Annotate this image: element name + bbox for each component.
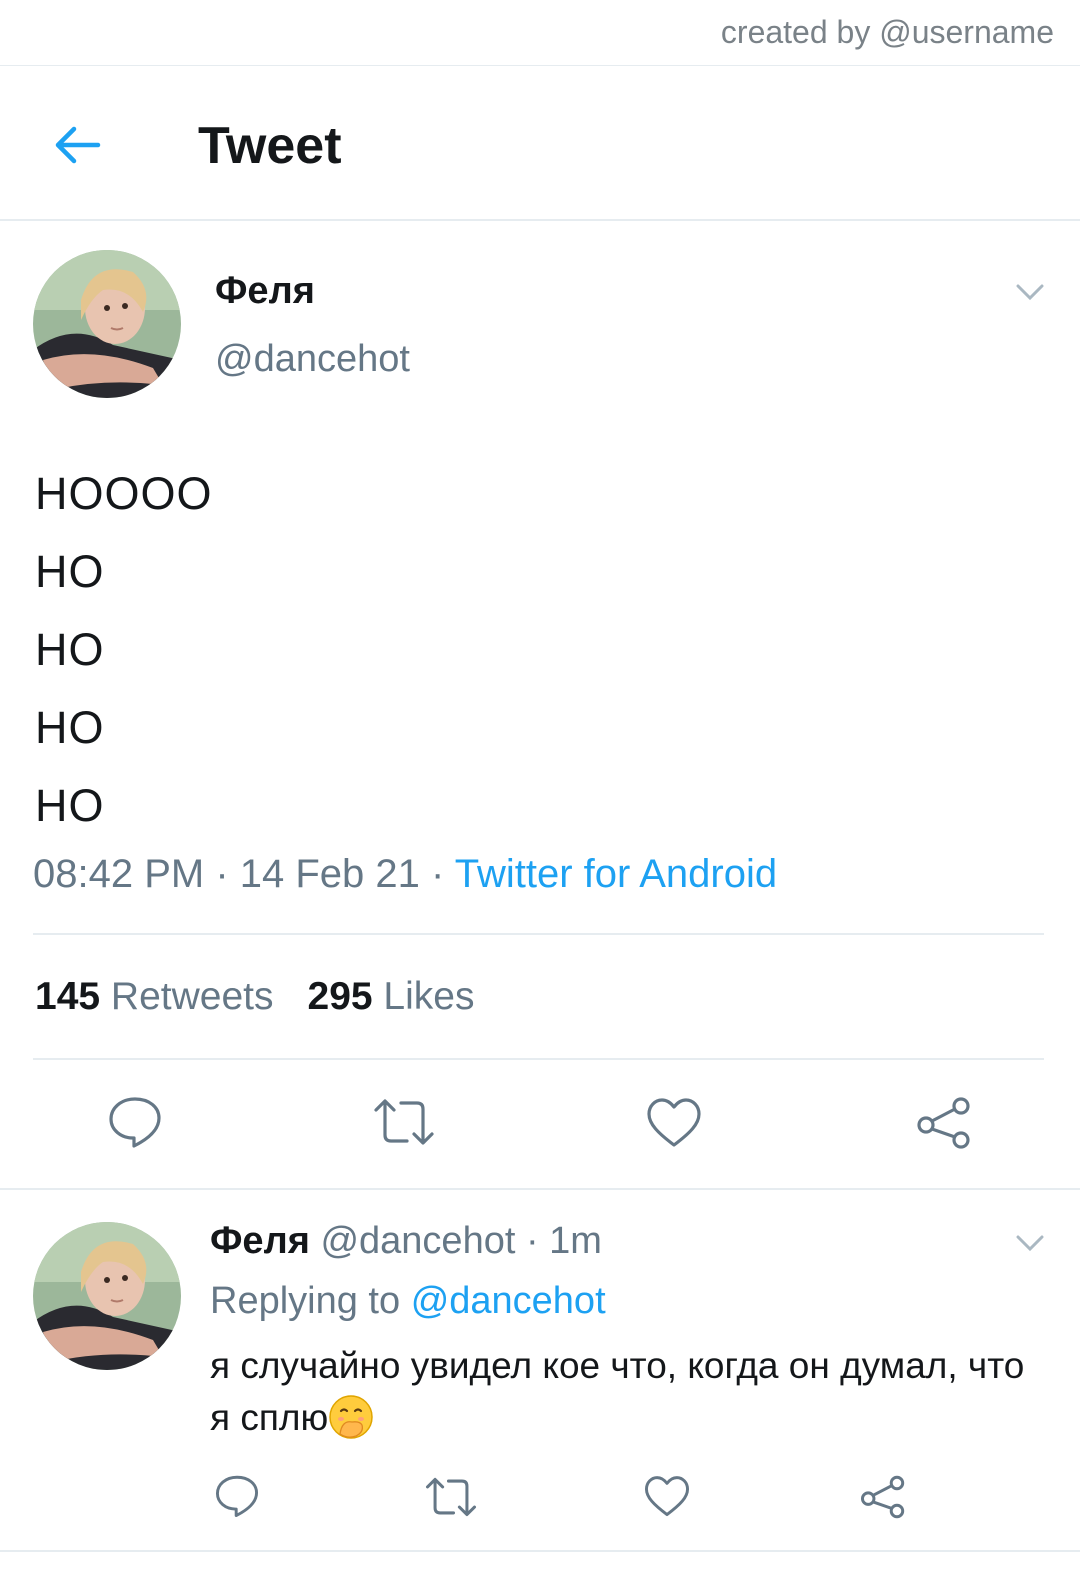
tweet-line: HO: [35, 780, 105, 831]
retweet-icon[interactable]: [373, 1097, 435, 1147]
share-icon[interactable]: [916, 1095, 972, 1151]
tweet-line: HO: [35, 624, 105, 675]
avatar[interactable]: [33, 1222, 181, 1370]
chevron-down-icon[interactable]: [1015, 1234, 1045, 1252]
tweet-time: 08:42 PM: [33, 852, 205, 896]
retweet-icon[interactable]: [425, 1476, 477, 1518]
tweet-date: 14 Feb 21: [239, 852, 420, 896]
face-with-hand-over-mouth-icon: [328, 1394, 374, 1440]
avatar[interactable]: [33, 250, 181, 398]
reply-icon[interactable]: [215, 1474, 259, 1518]
divider: [0, 1550, 1080, 1552]
like-icon[interactable]: [646, 1097, 702, 1149]
reply-text-block: я случайно увидел кое что, когда он дума…: [210, 1340, 1050, 1444]
tweet-line: HO: [35, 702, 105, 753]
mention-link[interactable]: @dancehot: [411, 1280, 606, 1322]
divider: [33, 933, 1044, 935]
credit-text: created by @username: [720, 14, 1054, 50]
tweet-line: HOOOO: [35, 468, 213, 519]
replying-prefix: Replying to: [210, 1280, 401, 1322]
reply-time: 1m: [549, 1220, 602, 1262]
chevron-down-icon[interactable]: [1015, 283, 1045, 301]
separator: ·: [204, 852, 240, 896]
author-handle[interactable]: @dancehot: [215, 338, 410, 381]
likes-count[interactable]: 295: [308, 975, 373, 1018]
reply-author-name[interactable]: Феля: [210, 1220, 310, 1262]
tweet-source-link[interactable]: Twitter for Android: [455, 852, 777, 896]
credit-bar: created by @username: [0, 0, 1080, 66]
arrow-left-icon[interactable]: [52, 120, 102, 170]
share-icon[interactable]: [860, 1474, 906, 1520]
like-icon[interactable]: [644, 1475, 690, 1518]
page-title: Tweet: [198, 117, 342, 175]
tweet-line: HO: [35, 546, 105, 597]
tweet-meta: 08:42 PM · 14 Feb 21 · Twitter for Andro…: [33, 852, 777, 897]
separator: ·: [515, 1220, 550, 1262]
replying-to: Replying to @dancehot: [210, 1280, 606, 1323]
likes-label[interactable]: Likes: [383, 975, 474, 1018]
author-name[interactable]: Феля: [215, 270, 315, 313]
divider: [0, 1188, 1080, 1190]
top-bar: Tweet: [0, 66, 1080, 221]
retweets-count[interactable]: 145: [35, 975, 100, 1018]
reply-icon[interactable]: [108, 1095, 162, 1149]
separator: ·: [419, 852, 455, 896]
retweets-label[interactable]: Retweets: [111, 975, 274, 1018]
reply-header: Феля @dancehot · 1m: [210, 1220, 602, 1263]
tweet-stats: 145 Retweets 295 Likes: [35, 975, 474, 1019]
tweet-text: HOOOO HO HO HO HO: [35, 455, 213, 845]
reply-author-handle[interactable]: @dancehot: [320, 1220, 515, 1262]
divider: [33, 1058, 1044, 1060]
